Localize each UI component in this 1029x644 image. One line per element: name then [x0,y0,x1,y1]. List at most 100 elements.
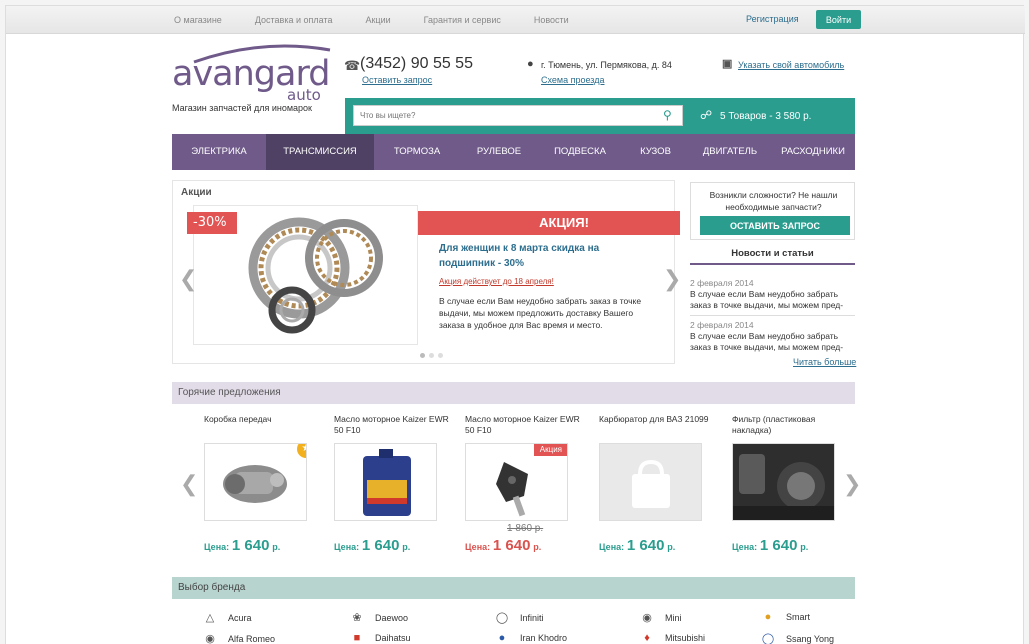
brand-item[interactable]: ● Smart [758,611,810,623]
register-link[interactable]: Регистрация [746,14,799,24]
product-image[interactable] [334,443,437,521]
promo-title[interactable]: Для женщин к 8 марта скидка на подшипник… [439,241,639,271]
car-icon: ▣ [722,58,733,70]
product-old-price [774,523,847,535]
product-card[interactable]: Коробка передач ★ Цена: 1 640 р. [204,414,319,554]
news-text: В случае если Вам неудобно забрать заказ… [690,331,844,352]
hot-prev-icon[interactable]: ❮ [180,472,198,497]
top-bar: О магазине Доставка и оплата Акции Гаран… [6,6,1025,34]
product-name[interactable]: Карбюратор для ВАЗ 21099 [599,414,714,438]
brand-item[interactable]: ◉ Alfa Romeo [200,632,275,644]
product-price: Цена: 1 640 р. [465,537,580,554]
promo-banner: АКЦИЯ! [418,211,680,235]
news-date: 2 февраля 2014 [690,278,754,288]
price-value: 1 640 [361,537,400,554]
top-link-sales[interactable]: Акции [365,15,390,25]
category-engine[interactable]: ДВИГАТЕЛЬ [689,134,771,170]
top-link-delivery[interactable]: Доставка и оплата [255,15,333,25]
product-card[interactable]: Карбюратор для ВАЗ 21099 Цена: 1 640 р. [599,414,714,554]
category-nav: ЭЛЕКТРИКА ТРАНСМИССИЯ ТОРМОЗА РУЛЕВОЕ ПО… [172,134,855,170]
brand-item[interactable]: ◉ Mini [637,611,682,624]
oil-can-icon [363,449,411,516]
product-image[interactable] [732,443,835,521]
product-name[interactable]: Фильтр (пластиковая накладка) [732,414,847,438]
category-transmission[interactable]: ТРАНСМИССИЯ [266,134,374,170]
product-image[interactable] [599,443,702,521]
brand-name: Iran Khodro [520,633,568,643]
news-text: В случае если Вам неудобно забрать заказ… [690,289,844,310]
iran-khodro-logo-icon: ● [498,632,506,644]
mitsubishi-logo-icon: ♦ [644,632,650,644]
category-electrics[interactable]: ЭЛЕКТРИКА [172,134,266,170]
brand-item[interactable]: ♦ Mitsubishi [637,632,705,644]
hot-offers-heading: Горячие предложения [172,382,855,404]
logo-sub: auto [287,86,321,104]
brand-item[interactable]: ❀ Daewoo [347,611,408,624]
price-currency: р. [800,542,809,552]
slider-next-icon[interactable]: ❯ [663,267,681,292]
product-name[interactable]: Коробка передач [204,414,319,438]
brand-name: Smart [786,612,811,622]
category-steering[interactable]: РУЛЕВОЕ [460,134,538,170]
product-image[interactable]: Акция [465,443,568,521]
product-card[interactable]: Масло моторное Kaizer EWR 50 F10 Акция 1… [465,414,580,554]
product-card[interactable]: Фильтр (пластиковая накладка) Цена: 1 64… [732,414,847,554]
price-currency: р. [533,542,542,552]
price-label: Цена: [732,542,758,552]
set-car-link[interactable]: Указать свой автомобиль [738,60,844,70]
phone-number: (3452) 90 55 55 [360,55,473,72]
category-suspension[interactable]: ПОДВЕСКА [538,134,622,170]
brand-item[interactable]: ◯ Ssang Yong [758,632,834,644]
product-image[interactable]: ★ [204,443,307,521]
car-interior-icon [733,444,834,520]
product-name[interactable]: Масло моторное Kaizer EWR 50 F10 [334,414,449,438]
slider-prev-icon[interactable]: ❮ [179,267,197,292]
slider-dots [420,353,443,358]
request-link[interactable]: Оставить запрос [362,75,432,85]
category-brakes[interactable]: ТОРМОЗА [374,134,460,170]
category-consumables[interactable]: РАСХОДНИКИ [771,134,855,170]
brand-name: Daihatsu [375,633,411,643]
brand-item[interactable]: ◯ Infiniti [492,611,544,624]
slider-dot[interactable] [420,353,425,358]
top-link-warranty[interactable]: Гарантия и сервис [424,15,501,25]
price-label: Цена: [334,542,360,552]
category-body[interactable]: КУЗОВ [622,134,689,170]
brand-item[interactable]: ● Iran Khodro [492,632,567,644]
acura-logo-icon: △ [205,612,215,624]
discount-badge: -30% [187,212,237,234]
mini-logo-icon: ◉ [642,612,652,624]
news-more-link[interactable]: Читать больше [793,357,856,367]
slider-dot[interactable] [429,353,434,358]
top-link-about[interactable]: О магазине [174,15,222,25]
login-button[interactable]: Войти [816,10,861,29]
map-link[interactable]: Схема проезда [541,75,604,85]
site-logo[interactable]: avangard auto [172,42,332,112]
brand-item[interactable]: ■ Daihatsu [347,632,411,644]
search-input[interactable] [353,105,683,126]
price-label: Цена: [599,542,625,552]
brand-item[interactable]: △ Acura [200,611,252,624]
brand-name: Mini [665,612,682,623]
brand-name: Alfa Romeo [228,633,276,644]
news-divider [690,315,855,316]
news-heading: Новости и статьи [690,248,855,265]
slider-dot[interactable] [438,353,443,358]
brand-name: Daewoo [375,612,409,623]
gearbox-icon [223,465,287,503]
news-item[interactable]: 2 февраля 2014 В случае если Вам неудобн… [690,278,855,311]
price-value: 1 640 [759,537,798,554]
news-date: 2 февраля 2014 [690,320,754,330]
search-icon[interactable]: ⚲ [663,108,672,122]
cart-summary[interactable]: 5 Товаров - 3 580 р. [720,111,811,122]
product-old-price [246,523,319,535]
cart-icon[interactable]: ☍ [700,108,712,122]
product-price: Цена: 1 640 р. [732,537,847,554]
product-card[interactable]: Масло моторное Kaizer EWR 50 F10 Цена: 1… [334,414,449,554]
news-item[interactable]: 2 февраля 2014 В случае если Вам неудобн… [690,320,855,353]
leave-request-button[interactable]: ОСТАВИТЬ ЗАПРОС [700,216,850,235]
product-name[interactable]: Масло моторное Kaizer EWR 50 F10 [465,414,580,438]
daihatsu-logo-icon: ■ [353,632,361,644]
promo-slider: Акции -30% АКЦИЯ! Для женщин к 8 марта с… [172,180,681,364]
top-link-news[interactable]: Новости [534,15,569,25]
